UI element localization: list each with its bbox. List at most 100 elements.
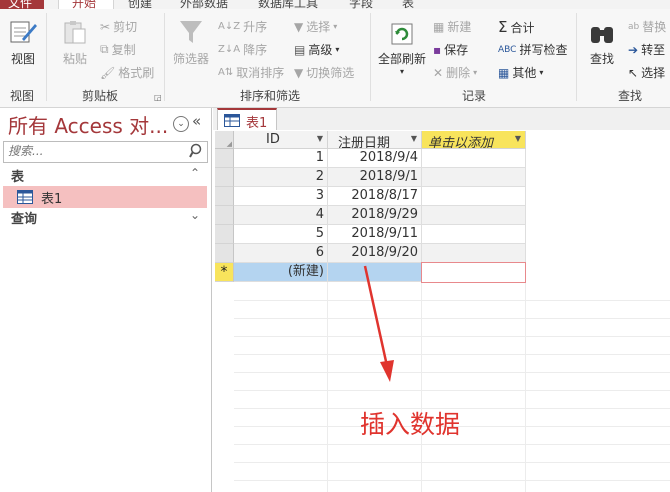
clipboard-group-label: 剪贴板 <box>82 89 119 103</box>
cell-date[interactable]: 2018/9/4 <box>328 149 422 168</box>
cell-empty[interactable] <box>422 168 526 187</box>
nav-collapse-icon[interactable]: « <box>192 112 201 130</box>
new-record-selector[interactable]: * <box>215 263 234 282</box>
delete-button[interactable]: ✕ 删除 ▾ <box>433 64 477 81</box>
document-tab-table1[interactable]: 表1 <box>217 108 277 131</box>
selection-filter-button[interactable]: ▼ 选择 ▾ <box>294 18 337 35</box>
tab-fields[interactable]: 字段 <box>349 0 373 9</box>
new-record-add-cell[interactable] <box>421 262 526 283</box>
record-selector[interactable] <box>215 206 234 225</box>
more-button[interactable]: ▦ 其他 ▾ <box>498 64 543 81</box>
new-record-id-cell[interactable]: (新建) <box>234 263 328 282</box>
totals-button[interactable]: Σ 合计 <box>498 18 535 36</box>
tab-file-label: 文件 <box>8 0 33 9</box>
paste-button[interactable]: 粘贴 <box>58 19 92 67</box>
nav-menu-chevron-icon[interactable]: ⌄ <box>173 116 189 132</box>
more-label: 其他 <box>512 66 537 80</box>
spelling-icon: ABC <box>498 44 517 55</box>
search-icon[interactable] <box>189 143 205 159</box>
cell-empty[interactable] <box>422 187 526 206</box>
nav-category-queries[interactable]: 查询 ⌄ <box>3 207 208 227</box>
nav-pane-title[interactable]: 所有 Access 对... <box>8 110 168 139</box>
cell-id[interactable]: 6 <box>234 244 328 263</box>
copy-button[interactable]: ⧉ 复制 <box>100 41 136 58</box>
cell-empty[interactable] <box>422 206 526 225</box>
corner-triangle-icon: ◢ <box>226 140 232 148</box>
refresh-all-button[interactable]: 全部刷新 ▾ <box>376 21 428 76</box>
cell-empty[interactable] <box>422 149 526 168</box>
sort-descending-icon: Z↓A <box>218 44 241 55</box>
paste-label: 粘贴 <box>62 52 87 66</box>
record-selector[interactable] <box>215 187 234 206</box>
record-selector[interactable] <box>215 149 234 168</box>
column-header-registration-date[interactable]: 注册日期 ▼ <box>328 131 422 151</box>
records-group-label: 记录 <box>462 89 487 103</box>
cell-empty[interactable] <box>422 225 526 244</box>
spelling-button[interactable]: ABC 拼写检查 <box>498 41 567 58</box>
tab-create[interactable]: 创建 <box>128 0 152 9</box>
document-tab-label: 表1 <box>246 116 268 131</box>
save-button[interactable]: ▪ 保存 <box>433 41 468 58</box>
column-header-id[interactable]: ID ▼ <box>234 131 328 149</box>
sort-filter-group-label: 排序和筛选 <box>240 89 301 103</box>
chevron-down-icon[interactable]: ▼ <box>411 134 417 143</box>
nav-category-label: 查询 <box>11 212 38 227</box>
select-button[interactable]: ↖ 选择 <box>628 64 665 81</box>
advanced-filter-button[interactable]: ▤ 高级 ▾ <box>294 41 339 58</box>
cell-id[interactable]: 4 <box>234 206 328 225</box>
sigma-icon: Σ <box>498 18 508 36</box>
cut-button[interactable]: ✂ 剪切 <box>100 18 137 35</box>
view-button[interactable]: 视图 <box>6 17 40 67</box>
filter-button[interactable]: 筛选器 <box>170 17 212 67</box>
advanced-filter-icon: ▤ <box>294 42 306 57</box>
selection-filter-icon: ▼ <box>294 19 304 34</box>
chevron-down-icon: ⌄ <box>189 208 200 222</box>
record-selector[interactable] <box>215 225 234 244</box>
ascending-label: 升序 <box>243 20 268 34</box>
new-record-icon: ▦ <box>433 19 445 34</box>
tab-table[interactable]: 表 <box>402 0 414 9</box>
replace-button[interactable]: ab 替换 <box>628 18 666 35</box>
annotation-arrow-icon <box>363 265 394 382</box>
filter-label: 筛选器 <box>172 52 209 66</box>
tab-external-data[interactable]: 外部数据 <box>180 0 228 9</box>
toggle-filter-button[interactable]: ▼ 切换筛选 <box>294 64 354 81</box>
column-header-click-to-add[interactable]: 单击以添加 ▼ <box>422 131 526 151</box>
toggle-filter-label: 切换筛选 <box>306 66 355 80</box>
format-painter-button[interactable]: 🖌 格式刷 <box>100 64 154 81</box>
cell-date[interactable]: 2018/9/29 <box>328 206 422 225</box>
clipboard-launcher-icon[interactable]: ◲ <box>154 93 162 102</box>
cell-id[interactable]: 1 <box>234 149 328 168</box>
delete-icon: ✕ <box>433 65 444 80</box>
record-selector[interactable] <box>215 168 234 187</box>
tab-database-tools[interactable]: 数据库工具 <box>258 0 318 9</box>
remove-sort-button[interactable]: A⇅ 取消排序 <box>218 64 284 81</box>
ascending-button[interactable]: A↓Z 升序 <box>218 18 267 35</box>
cell-date[interactable]: 2018/9/20 <box>328 244 422 263</box>
remove-sort-label: 取消排序 <box>236 66 285 80</box>
nav-search-input[interactable] <box>4 142 192 160</box>
toggle-filter-icon: ▼ <box>294 65 304 80</box>
cell-date[interactable]: 2018/9/1 <box>328 168 422 187</box>
cell-date[interactable]: 2018/9/11 <box>328 225 422 244</box>
paste-icon <box>64 21 86 44</box>
cell-id[interactable]: 3 <box>234 187 328 206</box>
save-icon: ▪ <box>433 42 442 57</box>
nav-category-label: 表 <box>11 170 25 185</box>
cell-id[interactable]: 5 <box>234 225 328 244</box>
find-button[interactable]: 查找 <box>584 21 620 67</box>
goto-button[interactable]: ➔ 转至 <box>628 41 665 58</box>
record-selector[interactable] <box>215 244 234 263</box>
new-record-button[interactable]: ▦ 新建 <box>433 18 471 35</box>
nav-search-box[interactable] <box>3 141 208 163</box>
nav-item-table1[interactable]: 表1 <box>3 186 207 208</box>
descending-button[interactable]: Z↓A 降序 <box>218 41 267 58</box>
select-all-corner[interactable]: ◢ <box>215 131 234 149</box>
nav-category-tables[interactable]: 表 ⌃ <box>3 165 208 185</box>
cell-date[interactable]: 2018/8/17 <box>328 187 422 206</box>
replace-label: 替换 <box>642 20 667 34</box>
chevron-down-icon[interactable]: ▼ <box>317 134 323 143</box>
chevron-down-icon[interactable]: ▼ <box>515 134 521 143</box>
cell-empty[interactable] <box>422 244 526 263</box>
cell-id[interactable]: 2 <box>234 168 328 187</box>
